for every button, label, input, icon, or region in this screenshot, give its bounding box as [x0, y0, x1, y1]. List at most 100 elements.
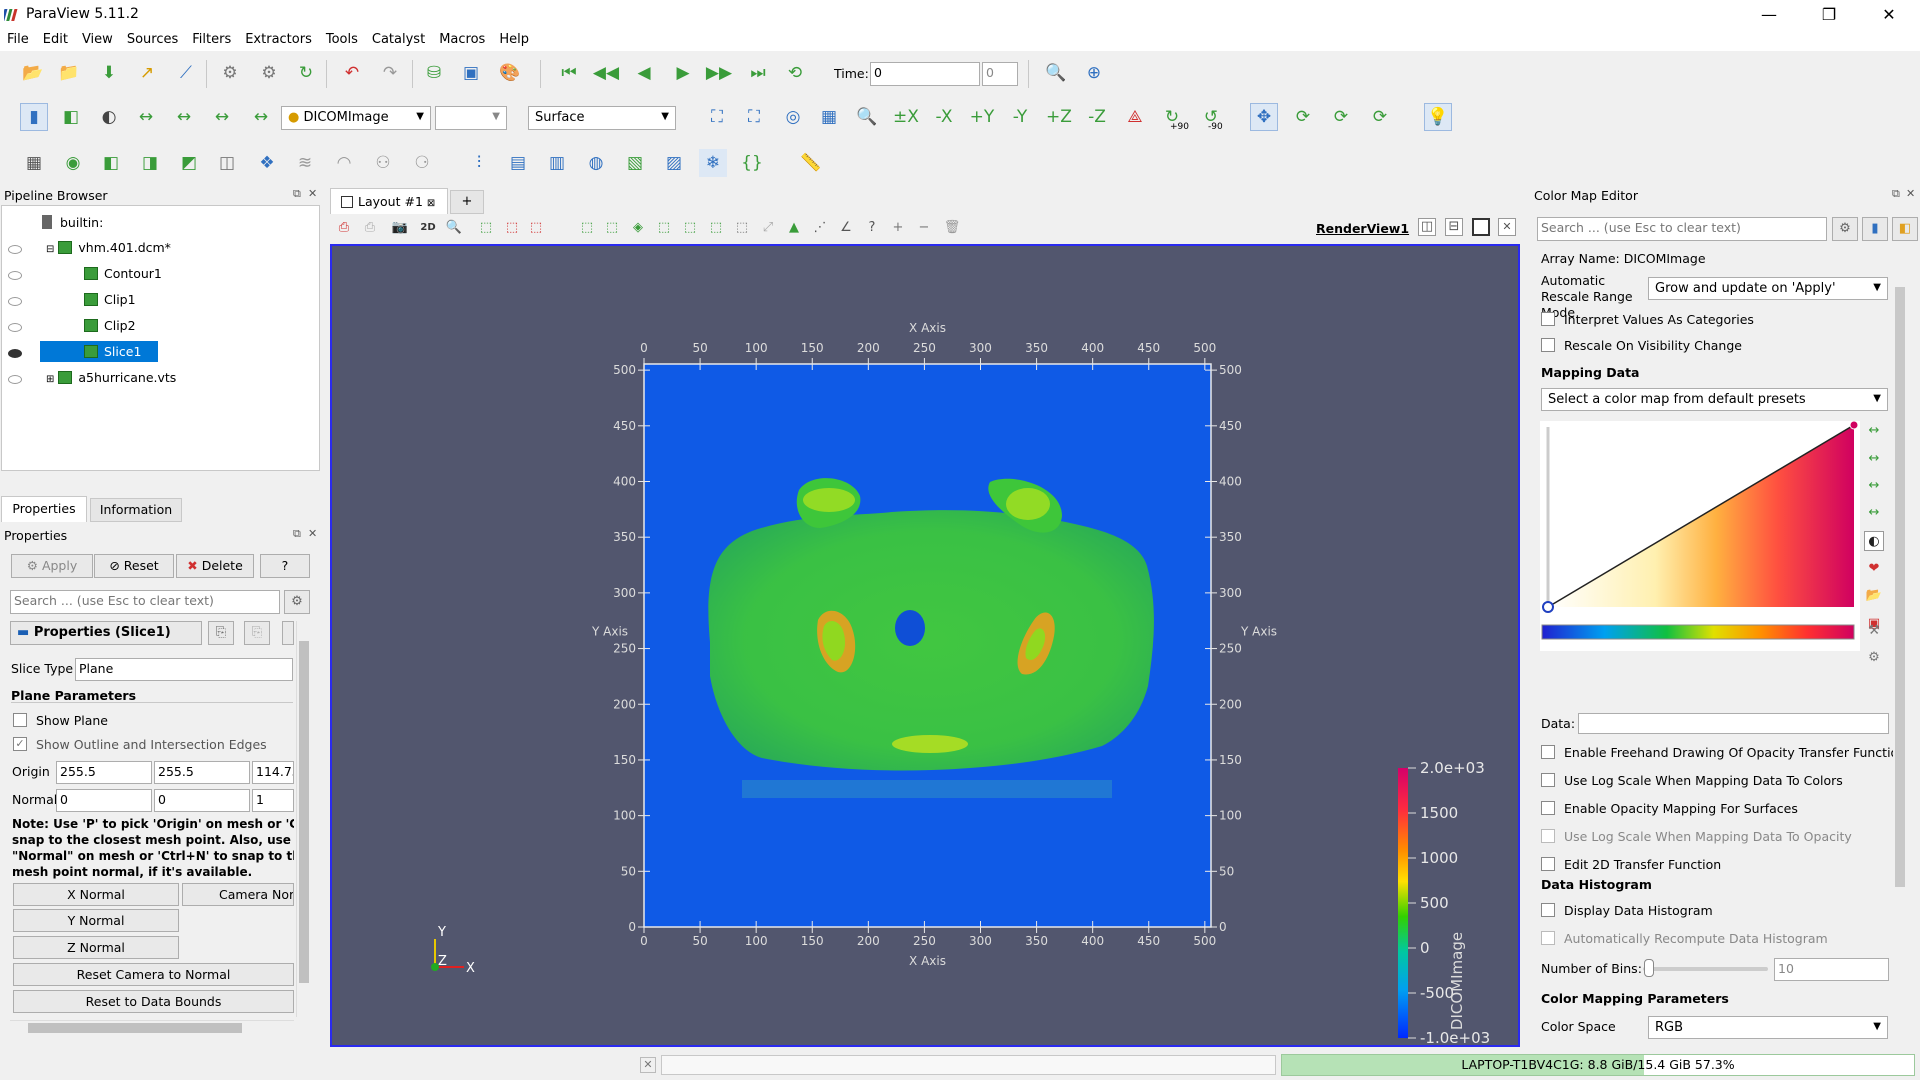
save-data-icon[interactable]: ⬇ [95, 59, 123, 87]
camera-normal-button[interactable]: Camera Norm [182, 883, 294, 906]
play-backward-icon[interactable]: ◀ [630, 59, 658, 87]
interpret-categories-checkbox[interactable] [1541, 312, 1555, 326]
rescale-visible-icon[interactable]: ↔ [208, 103, 236, 131]
status-close-icon[interactable]: ✕ [640, 1057, 656, 1073]
tab-information[interactable]: Information [90, 498, 182, 522]
maximize-view-icon[interactable] [1472, 218, 1490, 236]
colormap-scrollbar[interactable] [1893, 273, 1907, 1043]
view-minus-x-icon[interactable]: -X [930, 103, 958, 131]
tree-item-clip1[interactable]: Clip1 [84, 289, 136, 310]
memory-indicator[interactable]: LAPTOP-T1BV4C1G: 8.8 GiB/15.4 GiB 57.3% [1281, 1054, 1915, 1076]
tab-properties[interactable]: Properties [1, 496, 87, 522]
log-scale-colors-checkbox[interactable] [1541, 773, 1555, 787]
grow-selection-icon[interactable]: ⬚ [706, 218, 726, 238]
time-input[interactable]: 0 [870, 62, 980, 86]
open-folder-icon[interactable]: 📂 [19, 59, 47, 87]
apply-button[interactable]: ⚙ Apply [11, 554, 93, 578]
show-outline-checkbox[interactable]: ✓ [13, 737, 27, 751]
select-frustum-icon[interactable]: ⬚ [526, 218, 546, 238]
select-blocks-icon[interactable]: ⬚ [602, 218, 622, 238]
paste-icon[interactable]: ⎘ [244, 621, 270, 645]
rescale-custom-range-icon[interactable]: ↔ [1864, 449, 1884, 469]
colorbar-toggle-icon[interactable]: ▮ [1862, 217, 1888, 241]
visibility-eye-icon[interactable] [8, 375, 22, 384]
plot-data-icon[interactable]: ▧ [621, 149, 649, 177]
favorite-preset-icon[interactable]: ❤ [1864, 559, 1884, 579]
reset-camera-closest-icon[interactable]: ⛶ [740, 103, 768, 131]
tab-layout-1[interactable]: Layout #1 ⊠ [330, 188, 448, 214]
menu-view[interactable]: View [75, 30, 120, 47]
scrollbar-thumb[interactable] [28, 1023, 242, 1033]
save-state-icon[interactable]: ↗ [133, 59, 161, 87]
normal-y-input[interactable]: 0 [154, 789, 250, 812]
plot-selection-view-icon[interactable]: ▲ [784, 218, 804, 238]
x-normal-button[interactable]: X Normal [13, 883, 179, 906]
close-panel-icon[interactable]: ✕ [308, 527, 317, 540]
scrollbar-thumb[interactable] [299, 641, 309, 983]
tf-control-point[interactable] [1849, 421, 1859, 430]
colormap-search-input[interactable]: Search ... (use Esc to clear text) [1537, 217, 1827, 241]
rescale-data-icon[interactable]: ↔ [1864, 421, 1884, 441]
menu-tools[interactable]: Tools [319, 30, 365, 47]
contour-icon[interactable]: ◉ [59, 149, 87, 177]
normal-x-input[interactable]: 0 [56, 789, 152, 812]
rotation-center-icon[interactable]: ⟳ [1366, 103, 1394, 131]
color-legend-icon[interactable]: ◧ [57, 103, 85, 131]
hover-cells-icon[interactable]: ⬚ [680, 218, 700, 238]
advanced-gear-icon[interactable]: ⚙ [284, 590, 310, 614]
rescale-range-icon[interactable]: ↔ [132, 103, 160, 131]
reset-camera-icon[interactable]: ⛶ [703, 103, 731, 131]
isometric-view-icon[interactable]: ⟁ [1121, 103, 1149, 131]
zoom-view-icon[interactable]: 🔍 [444, 218, 464, 238]
slice-type-combo[interactable]: Plane [75, 658, 293, 681]
disconnect-icon[interactable]: ⚙ [255, 59, 283, 87]
view-plus-z-icon[interactable]: +Z [1045, 103, 1073, 131]
previous-frame-icon[interactable]: ◀◀ [592, 59, 620, 87]
glyph-icon[interactable]: ❖ [253, 149, 281, 177]
tree-item-clip2[interactable]: Clip2 [84, 315, 136, 336]
colormap-advanced-icon[interactable]: ⚙ [1864, 648, 1884, 668]
light-kit-icon[interactable]: 💡 [1424, 103, 1452, 131]
reset-button[interactable]: ⊘ Reset [94, 554, 174, 578]
invert-icon[interactable]: ◐ [1864, 531, 1884, 551]
auto-rescale-combo[interactable]: Grow and update on 'Apply' ▼ [1648, 277, 1888, 300]
pick-center-icon[interactable]: ⟳ [1327, 103, 1355, 131]
menu-extractors[interactable]: Extractors [238, 30, 319, 47]
save-screenshot-icon[interactable]: ⟋ [172, 59, 200, 87]
temporal-stats-icon[interactable]: ▨ [660, 149, 688, 177]
undock-icon[interactable]: ⧉ [293, 187, 301, 201]
connect-icon[interactable]: ⚙ [216, 59, 244, 87]
render-canvas[interactable]: 0050501001001501502002002502503003003503… [332, 246, 1518, 1045]
plot-selection-icon[interactable]: ▤ [504, 149, 532, 177]
play-icon[interactable]: ▶ [669, 59, 697, 87]
zoom-closest-icon[interactable]: 🔍 [853, 103, 881, 131]
close-tab-icon[interactable]: ⊠ [427, 198, 435, 209]
query-icon[interactable]: ? [862, 218, 882, 238]
menu-edit[interactable]: Edit [36, 30, 75, 47]
view-minus-y-icon[interactable]: -Y [1006, 103, 1034, 131]
hover-points-icon[interactable]: ⬚ [654, 218, 674, 238]
group-datasets-icon[interactable]: ⚇ [369, 149, 397, 177]
mode-2d-button[interactable]: 2D [418, 218, 438, 238]
find-data-icon[interactable]: 🔍 [1042, 59, 1070, 87]
render-view[interactable]: 0 0 50 50 100 100 150 150 200 200 250 250 300 300 350 3… [330, 244, 1520, 1047]
delete-button[interactable]: ✖ Delete [176, 554, 254, 578]
properties-section-header[interactable]: ▬ Properties (Slice1) [10, 621, 202, 645]
close-window-button[interactable]: ✕ [1866, 0, 1912, 30]
ruler-icon[interactable]: 📏 [797, 149, 825, 177]
split-vertical-icon[interactable]: ⊟ [1445, 218, 1463, 236]
colormap-bar[interactable] [1541, 624, 1855, 640]
undo-icon[interactable]: ↶ [338, 59, 366, 87]
tree-item-slice1[interactable]: Slice1 [40, 341, 158, 362]
add-selection-icon[interactable]: + [888, 218, 908, 238]
bins-slider-handle[interactable] [1644, 959, 1654, 977]
rescale-temporal-icon[interactable]: ↔ [247, 103, 275, 131]
first-frame-icon[interactable]: ⏮ [555, 59, 583, 87]
histogram-icon[interactable]: ▥ [543, 149, 571, 177]
add-layout-button[interactable]: + [450, 190, 484, 214]
properties-search-input[interactable]: Search ... (use Esc to clear text) [10, 590, 280, 614]
undock-icon[interactable]: ⧉ [293, 527, 301, 541]
preset-combo[interactable]: Select a color map from default presets ▼ [1541, 388, 1888, 411]
toggle-colorbar-icon[interactable]: ▮ [20, 103, 48, 131]
maximize-button[interactable]: ❐ [1806, 0, 1852, 30]
